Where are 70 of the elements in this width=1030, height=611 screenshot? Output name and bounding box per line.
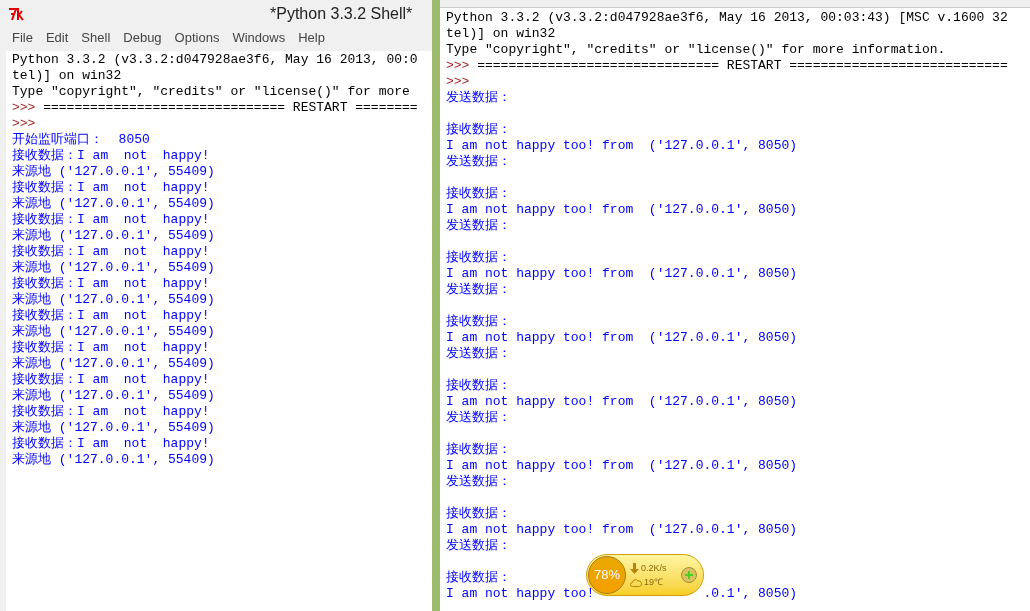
output-text: I am not happy too! from ('127.0.0.1', 8050) [446, 522, 798, 538]
window-title: *Python 3.3.2 Shell* [270, 4, 413, 24]
console-text: tel)] on win32 [446, 26, 556, 42]
output-text: 来源地 ('127.0.0.1', 55409) [12, 260, 215, 276]
menu-item[interactable]: Edit [45, 28, 69, 48]
network-speed: 0.2K/s [641, 562, 667, 575]
menu-item[interactable]: Options [174, 28, 220, 48]
output-text: I am not happy too! from ('127.0.0.1', 8050) [446, 330, 798, 346]
prompt-marker: >>> [12, 116, 36, 132]
output-text: 发送数据： [446, 218, 511, 234]
output-text: 来源地 ('127.0.0.1', 55409) [12, 388, 215, 404]
prompt-marker: >>> [12, 100, 36, 116]
prompt-marker: >>> [446, 58, 470, 74]
console-text: =============================== RESTART ======== [42, 100, 418, 116]
output-text: 接收数据：I am not happy! [12, 148, 210, 164]
output-text: 发送数据： [446, 90, 511, 106]
output-text: 开始监听端口： 8050 [12, 132, 150, 148]
output-text: 接收数据： [446, 250, 511, 266]
output-text: 来源地 ('127.0.0.1', 55409) [12, 228, 215, 244]
temperature: 19℃ [644, 576, 663, 589]
console-text: Type "copyright", "credits" or "license()" for more [12, 84, 410, 100]
add-icon[interactable] [681, 567, 697, 583]
output-text: 接收数据：I am not happy! [12, 404, 210, 420]
output-text: 接收数据：I am not happy! [12, 308, 210, 324]
output-text: 接收数据： [446, 314, 511, 330]
menu-item[interactable]: Shell [81, 28, 111, 48]
menu-item[interactable]: Windows [232, 28, 286, 48]
output-text: 接收数据：I am not happy! [12, 180, 210, 196]
console-text: Python 3.3.2 (v3.3.2:d047928ae3f6, May 16 2013, 00:0 [12, 52, 418, 68]
output-text: 来源地 ('127.0.0.1', 55409) [12, 452, 215, 468]
console-text: Python 3.3.2 (v3.3.2:d047928ae3f6, May 16 2013, 00:03:43) [MSC v.1600 32 [446, 10, 1008, 26]
output-text: 发送数据： [446, 474, 511, 490]
console-text: =============================== RESTART ============================ [476, 58, 1008, 74]
output-text: 发送数据： [446, 282, 511, 298]
output-text: 接收数据：I am not happy! [12, 372, 210, 388]
output-text: I am not happy too! from ('127.0.0.1', 8050) [446, 266, 798, 282]
output-text: 接收数据：I am not happy! [12, 340, 210, 356]
output-text: 接收数据： [446, 122, 511, 138]
console-text: Type "copyright", "credits" or "license()" for more information. [446, 42, 946, 58]
download-arrow-icon [630, 562, 639, 574]
tk-logo-icon [8, 7, 24, 21]
output-text: 来源地 ('127.0.0.1', 55409) [12, 164, 215, 180]
output-text: I am not happy too! from ('127.0.0.1', 8050) [446, 138, 798, 154]
output-text: 发送数据： [446, 410, 511, 426]
cloud-icon [630, 577, 642, 587]
output-text: 来源地 ('127.0.0.1', 55409) [12, 292, 215, 308]
output-text: 来源地 ('127.0.0.1', 55409) [12, 324, 215, 340]
output-text: 发送数据： [446, 346, 511, 362]
output-text: 来源地 ('127.0.0.1', 55409) [12, 356, 215, 372]
output-text: 接收数据：I am not happy! [12, 436, 210, 452]
output-text: 接收数据：I am not happy! [12, 276, 210, 292]
output-text: 接收数据： [446, 570, 511, 586]
output-text: 接收数据： [446, 186, 511, 202]
output-text: 接收数据：I am not happy! [12, 212, 210, 228]
prompt-marker: >>> [446, 74, 470, 90]
output-text: 接收数据： [446, 506, 511, 522]
output-text: I am not happy too! from ('127.0.0.1', 8050) [446, 202, 798, 218]
output-text: I am not happy too! from ('127.0.0.1', 8050) [446, 394, 798, 410]
console-text: tel)] on win32 [12, 68, 122, 84]
output-text: 接收数据： [446, 378, 511, 394]
output-text: 发送数据： [446, 538, 511, 554]
output-text: 来源地 ('127.0.0.1', 55409) [12, 420, 215, 436]
menu-item[interactable]: Debug [123, 28, 162, 48]
output-text: 来源地 ('127.0.0.1', 55409) [12, 196, 215, 212]
output-text: I am not happy too! from ('127.0.0.1', 8050) [446, 458, 798, 474]
menu-item[interactable]: File [12, 28, 33, 48]
menu-item[interactable]: Help [298, 28, 325, 48]
output-text: 接收数据： [446, 442, 511, 458]
output-text: 接收数据：I am not happy! [12, 244, 210, 260]
output-text: 发送数据： [446, 154, 511, 170]
